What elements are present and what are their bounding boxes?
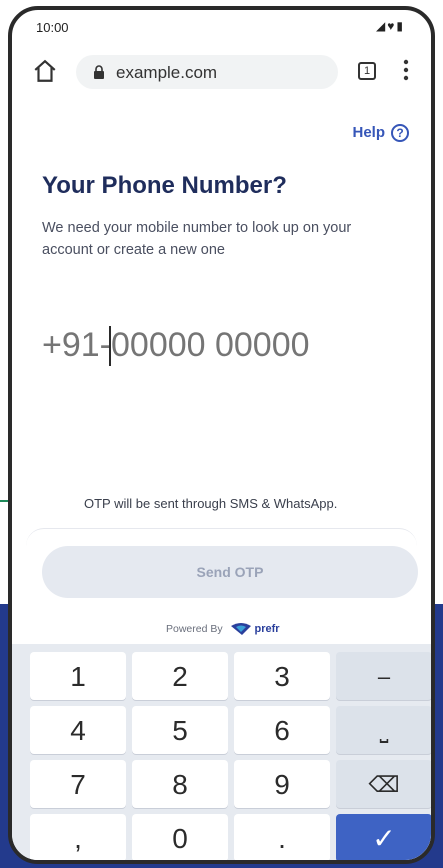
key-comma[interactable]: ,	[30, 814, 126, 860]
key-5[interactable]: 5	[132, 706, 228, 754]
key-minus[interactable]: –	[336, 652, 431, 700]
more-menu-icon[interactable]	[401, 58, 411, 82]
brand-name: prefr	[254, 623, 280, 635]
lock-icon	[94, 65, 104, 79]
key-6[interactable]: 6	[234, 706, 330, 754]
key-3[interactable]: 3	[234, 652, 330, 700]
page-subtitle: We need your mobile number to look up on…	[42, 220, 352, 258]
key-space[interactable]: ⎵	[336, 706, 431, 754]
page-title: Your Phone Number?	[42, 172, 287, 199]
key-7[interactable]: 7	[30, 760, 126, 808]
phone-frame: 10:00 ◢♥▮ example.com 1 Help? Your Phone…	[8, 6, 435, 864]
key-8[interactable]: 8	[132, 760, 228, 808]
url-text: example.com	[116, 63, 218, 82]
key-done[interactable]: ✓	[336, 814, 431, 860]
key-0[interactable]: 0	[132, 814, 228, 860]
text-caret	[109, 326, 111, 366]
key-4[interactable]: 4	[30, 706, 126, 754]
status-bar: 10:00 ◢♥▮	[12, 10, 431, 44]
tabs-count-icon[interactable]: 1	[358, 62, 376, 80]
key-backspace[interactable]: ⌫	[336, 760, 431, 808]
key-1[interactable]: 1	[30, 652, 126, 700]
help-circle-icon: ?	[391, 124, 409, 143]
status-icons: ◢♥▮	[376, 19, 405, 33]
url-bar[interactable]: example.com	[76, 55, 338, 89]
key-period[interactable]: .	[234, 814, 330, 860]
help-link[interactable]: Help?	[352, 124, 409, 143]
key-2[interactable]: 2	[132, 652, 228, 700]
powered-by-label: Powered By	[166, 622, 223, 635]
prefr-logo-icon	[230, 623, 251, 635]
status-time: 10:00	[36, 20, 69, 35]
help-label: Help	[352, 124, 385, 141]
browser-toolbar: example.com 1	[12, 50, 431, 100]
home-icon[interactable]	[32, 58, 58, 84]
key-9[interactable]: 9	[234, 760, 330, 808]
otp-note: OTP will be sent through SMS & WhatsApp.	[84, 496, 338, 511]
phone-number-input[interactable]	[42, 320, 402, 370]
powered-by: Powered By prefr	[166, 622, 280, 636]
numeric-keypad: 1 2 3 – 4 5 6 ⎵ 7 8 9 ⌫ , 0 . ✓	[12, 644, 431, 860]
send-otp-button[interactable]: Send OTP	[42, 546, 418, 598]
